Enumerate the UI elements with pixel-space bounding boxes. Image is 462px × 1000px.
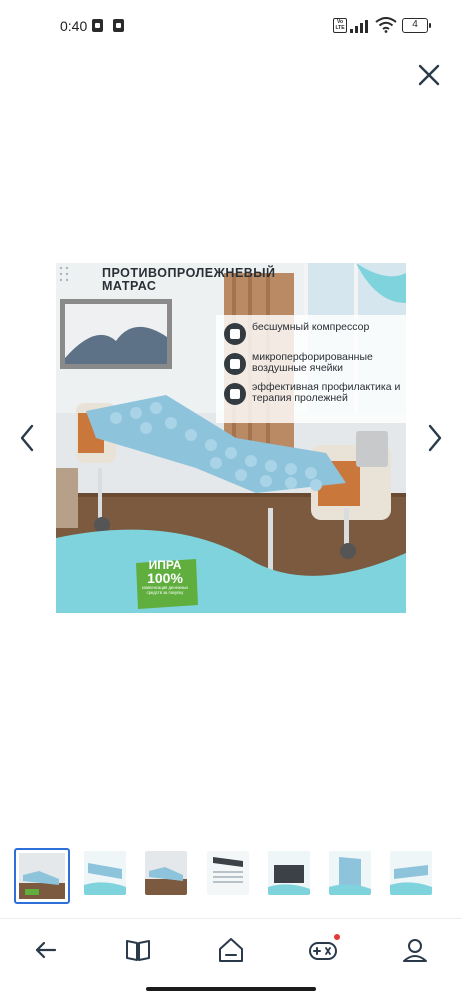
thumbnail-image — [84, 851, 126, 895]
volte-icon: Vo LTE — [333, 18, 347, 33]
games-button[interactable] — [306, 933, 340, 967]
battery-icon: 4 — [402, 18, 431, 33]
thumbnail-5[interactable] — [268, 851, 310, 895]
feature-item: эффективная профилактика и терапия проле… — [224, 381, 404, 411]
gamepad-icon — [309, 934, 340, 960]
feature-item: микроперфорированные воздушные ячейки — [224, 351, 404, 381]
chevron-left-icon — [20, 424, 34, 452]
thumbnail-strip — [0, 846, 462, 906]
thumbnail-image — [145, 851, 187, 895]
thumbnail-1[interactable] — [14, 848, 70, 904]
home-button[interactable] — [214, 933, 248, 967]
thumbnail-2[interactable] — [84, 851, 126, 895]
airflow-icon — [224, 353, 246, 375]
thumbnail-image — [268, 851, 310, 895]
catalog-button[interactable] — [121, 933, 155, 967]
thumbnail-image — [207, 851, 249, 895]
back-icon — [35, 941, 57, 959]
thumbnail-4[interactable] — [207, 851, 249, 895]
profile-button[interactable] — [398, 933, 432, 967]
home-icon — [219, 938, 243, 962]
thumbnail-6[interactable] — [329, 851, 371, 895]
notification-battery-icon — [92, 19, 103, 32]
book-icon — [126, 940, 150, 961]
signal-icon — [350, 19, 370, 33]
feature-text: микроперфорированные воздушные ячейки — [252, 351, 373, 374]
chevron-right-icon — [428, 424, 442, 452]
back-button[interactable] — [29, 933, 63, 967]
image-title: ПРОТИВОПРОЛЕЖНЕВЫЙ МАТРАС — [102, 266, 276, 293]
home-indicator[interactable] — [146, 987, 316, 991]
ipra-badge: ИПРА 100% компенсация денежных средств з… — [135, 559, 195, 609]
close-icon — [418, 64, 440, 86]
close-button[interactable] — [414, 60, 444, 90]
product-image[interactable]: ПРОТИВОПРОЛЕЖНЕВЫЙ МАТРАС бесшумный комп… — [56, 263, 406, 613]
status-time: 0:40 — [60, 18, 88, 34]
badge-line2: 100% — [147, 570, 183, 586]
medical-icon — [224, 383, 246, 405]
next-image-button[interactable] — [422, 420, 448, 456]
status-bar: 0:40 Vo LTE 4 — [0, 0, 462, 52]
mute-icon — [224, 323, 246, 345]
thumbnail-image — [19, 853, 65, 899]
thumbnail-image — [390, 851, 432, 895]
previous-image-button[interactable] — [14, 420, 40, 456]
profile-icon — [403, 939, 427, 962]
notification-battery-icon — [113, 19, 124, 32]
feature-text: бесшумный компрессор — [252, 321, 370, 333]
thumbnail-image — [329, 851, 371, 895]
thumbnail-7[interactable] — [390, 851, 432, 895]
feature-text: эффективная профилактика и терапия проле… — [252, 381, 401, 404]
feature-item: бесшумный компрессор — [224, 321, 404, 351]
product-illustration — [56, 263, 406, 613]
badge-line3: компенсация денежных средств за покупку — [141, 585, 189, 595]
thumbnail-3[interactable] — [145, 851, 187, 895]
notification-dot — [334, 934, 340, 940]
wifi-icon — [375, 17, 397, 33]
